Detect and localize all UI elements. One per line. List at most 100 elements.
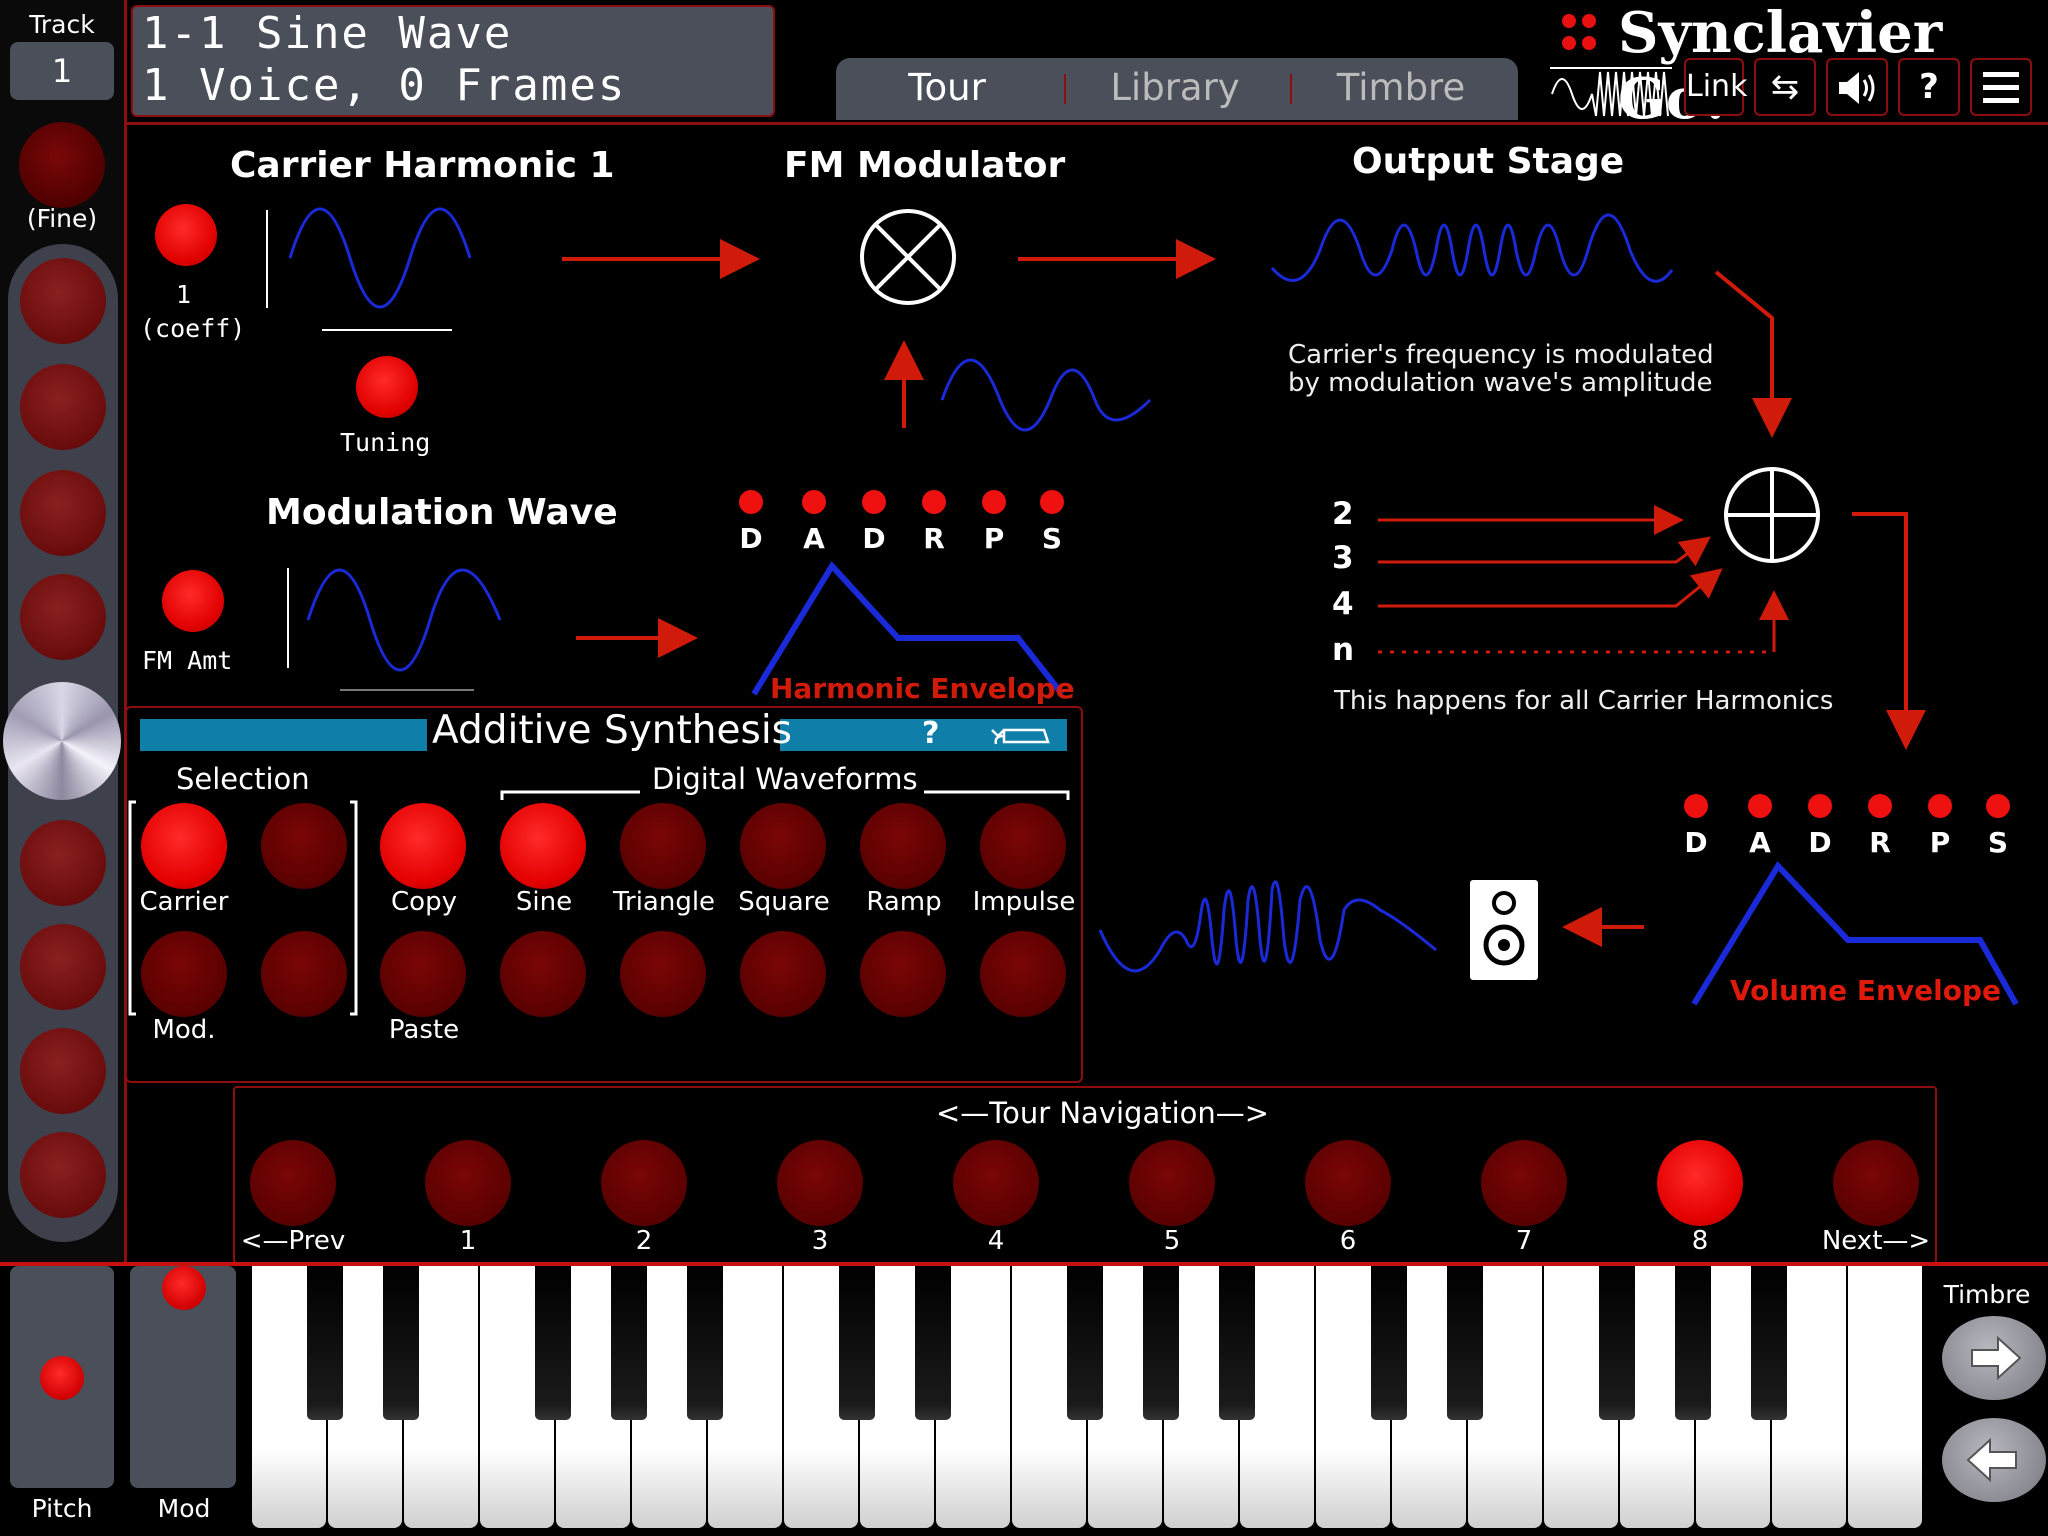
- waveform-button-8[interactable]: [740, 931, 826, 1017]
- tour-step-label: 4: [987, 1226, 1005, 1256]
- selection-button-2[interactable]: [261, 803, 347, 889]
- harm-env-letter: A: [803, 522, 825, 555]
- strip-button-6[interactable]: [20, 924, 106, 1010]
- waveform-button-7[interactable]: [620, 931, 706, 1017]
- tour-step-7-button[interactable]: [1481, 1140, 1567, 1226]
- carrier-harmonic-title: Carrier Harmonic 1: [230, 145, 615, 186]
- carrier-coeff-knob[interactable]: [155, 204, 217, 266]
- timbre-next-button[interactable]: [1942, 1316, 2046, 1400]
- tour-step-4-button[interactable]: [953, 1140, 1039, 1226]
- strip-button-8[interactable]: [20, 1132, 106, 1218]
- black-key[interactable]: [1371, 1266, 1407, 1420]
- menu-button[interactable]: [1970, 58, 2032, 116]
- vol-env-d1-indicator[interactable]: [1684, 794, 1708, 818]
- strip-button-7[interactable]: [20, 1028, 106, 1114]
- copy-button[interactable]: [380, 803, 466, 889]
- speaker-icon: [1839, 72, 1875, 104]
- tab-tour[interactable]: Tour: [842, 66, 1052, 109]
- vol-env-r-indicator[interactable]: [1868, 794, 1892, 818]
- sine-button[interactable]: [500, 803, 586, 889]
- fine-knob[interactable]: [19, 122, 105, 208]
- tour-step-8-button[interactable]: [1657, 1140, 1743, 1226]
- vol-env-d2-indicator[interactable]: [1808, 794, 1832, 818]
- strip-button-3[interactable]: [20, 470, 106, 556]
- strip-button-5[interactable]: [20, 820, 106, 906]
- fm-amount-label: FM Amt: [142, 646, 233, 675]
- black-key[interactable]: [1599, 1266, 1635, 1420]
- fm-amount-knob[interactable]: [162, 570, 224, 632]
- paste-button[interactable]: [380, 931, 466, 1017]
- black-key[interactable]: [1447, 1266, 1483, 1420]
- harm-env-r-indicator[interactable]: [922, 490, 946, 514]
- black-key[interactable]: [1751, 1266, 1787, 1420]
- black-key[interactable]: [1675, 1266, 1711, 1420]
- harm-env-s-indicator[interactable]: [1040, 490, 1064, 514]
- tour-next-button[interactable]: [1833, 1140, 1919, 1226]
- black-key[interactable]: [307, 1266, 343, 1420]
- data-wheel-knob[interactable]: [3, 682, 121, 800]
- waveform-button-6[interactable]: [500, 931, 586, 1017]
- output-caption-1: Carrier's frequency is modulated: [1288, 340, 1714, 370]
- waveform-button-10[interactable]: [980, 931, 1066, 1017]
- timbre-prev-button[interactable]: [1942, 1418, 2046, 1502]
- harm-env-d1-indicator[interactable]: [739, 490, 763, 514]
- tab-timbre[interactable]: Timbre: [1296, 66, 1506, 109]
- black-key[interactable]: [915, 1266, 951, 1420]
- carrier-coeff-label: (coeff): [140, 314, 246, 343]
- swap-button[interactable]: ⇆: [1754, 58, 1816, 116]
- tour-step-5-button[interactable]: [1129, 1140, 1215, 1226]
- selection-button-4[interactable]: [261, 931, 347, 1017]
- tour-next-label: Next—>: [1821, 1226, 1931, 1256]
- harm-env-a-indicator[interactable]: [802, 490, 826, 514]
- white-key[interactable]: [1848, 1266, 1922, 1528]
- black-key[interactable]: [1067, 1266, 1103, 1420]
- tour-step-6-button[interactable]: [1305, 1140, 1391, 1226]
- strip-button-1[interactable]: [20, 258, 106, 344]
- volume-button[interactable]: [1826, 58, 1888, 116]
- triangle-button[interactable]: [620, 803, 706, 889]
- tab-separator: [1290, 74, 1292, 104]
- tour-prev-button[interactable]: [250, 1140, 336, 1226]
- black-key[interactable]: [1143, 1266, 1179, 1420]
- vol-env-letter: S: [1987, 826, 2009, 859]
- mod-wheel-handle[interactable]: [162, 1266, 206, 1310]
- strip-button-4[interactable]: [20, 574, 106, 660]
- tour-step-3-button[interactable]: [777, 1140, 863, 1226]
- square-label: Square: [738, 887, 830, 917]
- black-key[interactable]: [383, 1266, 419, 1420]
- arrow-right-icon: [1971, 1335, 2022, 1381]
- vol-env-s-indicator[interactable]: [1986, 794, 2010, 818]
- pitch-wheel-handle[interactable]: [40, 1356, 84, 1400]
- black-key[interactable]: [1219, 1266, 1255, 1420]
- black-key[interactable]: [535, 1266, 571, 1420]
- logo-waveform-icon: [1550, 67, 1672, 117]
- link-button[interactable]: Link: [1684, 58, 1747, 116]
- tab-library[interactable]: Library: [1070, 66, 1280, 109]
- track-number-field[interactable]: 1: [10, 42, 114, 100]
- hamburger-icon: [1983, 72, 2019, 103]
- ramp-button[interactable]: [860, 803, 946, 889]
- sum-input-n: n: [1332, 632, 1355, 668]
- harm-env-p-indicator[interactable]: [982, 490, 1006, 514]
- tuning-knob[interactable]: [356, 356, 418, 418]
- mod-button[interactable]: [141, 931, 227, 1017]
- square-button[interactable]: [740, 803, 826, 889]
- additive-help-button[interactable]: ?: [922, 716, 939, 751]
- vol-env-p-indicator[interactable]: [1928, 794, 1952, 818]
- tab-separator: [1064, 74, 1066, 104]
- copy-label: Copy: [391, 887, 457, 917]
- loop-icon[interactable]: [990, 722, 1052, 750]
- carrier-button[interactable]: [141, 803, 227, 889]
- black-key[interactable]: [839, 1266, 875, 1420]
- black-key[interactable]: [611, 1266, 647, 1420]
- tour-step-1-button[interactable]: [425, 1140, 511, 1226]
- impulse-button[interactable]: [980, 803, 1066, 889]
- black-key[interactable]: [687, 1266, 723, 1420]
- harm-env-d2-indicator[interactable]: [862, 490, 886, 514]
- waveform-button-9[interactable]: [860, 931, 946, 1017]
- vol-env-a-indicator[interactable]: [1748, 794, 1772, 818]
- help-button[interactable]: ?: [1898, 58, 1960, 116]
- tour-step-2-button[interactable]: [601, 1140, 687, 1226]
- strip-button-2[interactable]: [20, 364, 106, 450]
- sum-input-3: 3: [1332, 540, 1354, 576]
